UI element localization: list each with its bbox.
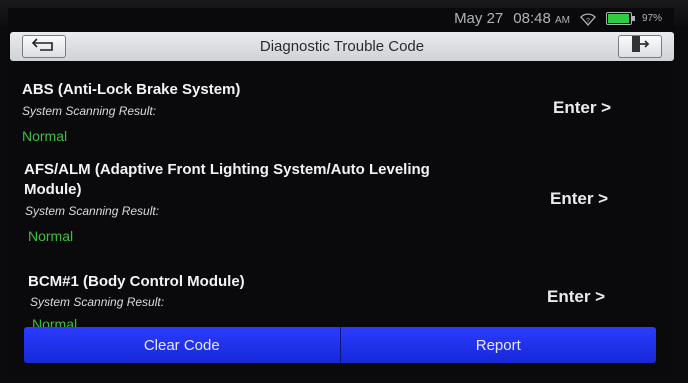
scan-result-status: Normal	[28, 228, 74, 244]
enter-button[interactable]: Enter >	[550, 189, 608, 209]
system-name-line2: Module)	[24, 181, 82, 198]
list-item-bcm1[interactable]: BCM#1 (Body Control Module) System Scann…	[8, 262, 674, 332]
report-button[interactable]: Report	[339, 327, 656, 363]
wifi-icon: ?	[580, 12, 596, 26]
status-time: 08:48 AM	[513, 10, 570, 27]
bottom-action-bar: Clear Code Report	[24, 327, 656, 363]
list-item-abs[interactable]: ABS (Anti-Lock Brake System) System Scan…	[8, 70, 674, 150]
enter-button[interactable]: Enter >	[553, 98, 611, 118]
svg-text:?: ?	[586, 18, 590, 25]
enter-button[interactable]: Enter >	[547, 287, 605, 307]
system-name: BCM#1 (Body Control Module)	[28, 273, 245, 290]
tablet-screen: May 27 08:48 AM ? 97% Diagnostic Trouble…	[8, 8, 674, 374]
battery-percent: 97%	[641, 13, 662, 24]
page-title: Diagnostic Trouble Code	[259, 38, 425, 55]
system-name-line1: AFS/ALM (Adaptive Front Lighting System/…	[24, 161, 430, 178]
exit-button[interactable]	[618, 35, 662, 58]
status-ampm: AM	[554, 15, 570, 26]
title-bar: Diagnostic Trouble Code	[10, 32, 674, 61]
system-scan-label: System Scanning Result:	[22, 104, 157, 118]
list-item-afs-alm[interactable]: AFS/ALM (Adaptive Front Lighting System/…	[8, 160, 674, 260]
system-scan-label: System Scanning Result:	[30, 295, 165, 309]
exit-door-icon	[630, 35, 650, 58]
system-name: ABS (Anti-Lock Brake System)	[22, 81, 241, 98]
status-bar: May 27 08:48 AM ? 97%	[8, 8, 674, 32]
clear-code-button[interactable]: Clear Code	[24, 327, 340, 363]
system-scan-label: System Scanning Result:	[25, 204, 160, 218]
scan-result-status: Normal	[22, 128, 68, 144]
status-time-value: 08:48	[513, 10, 551, 27]
battery-icon	[605, 12, 635, 25]
status-date: May 27	[454, 10, 504, 27]
